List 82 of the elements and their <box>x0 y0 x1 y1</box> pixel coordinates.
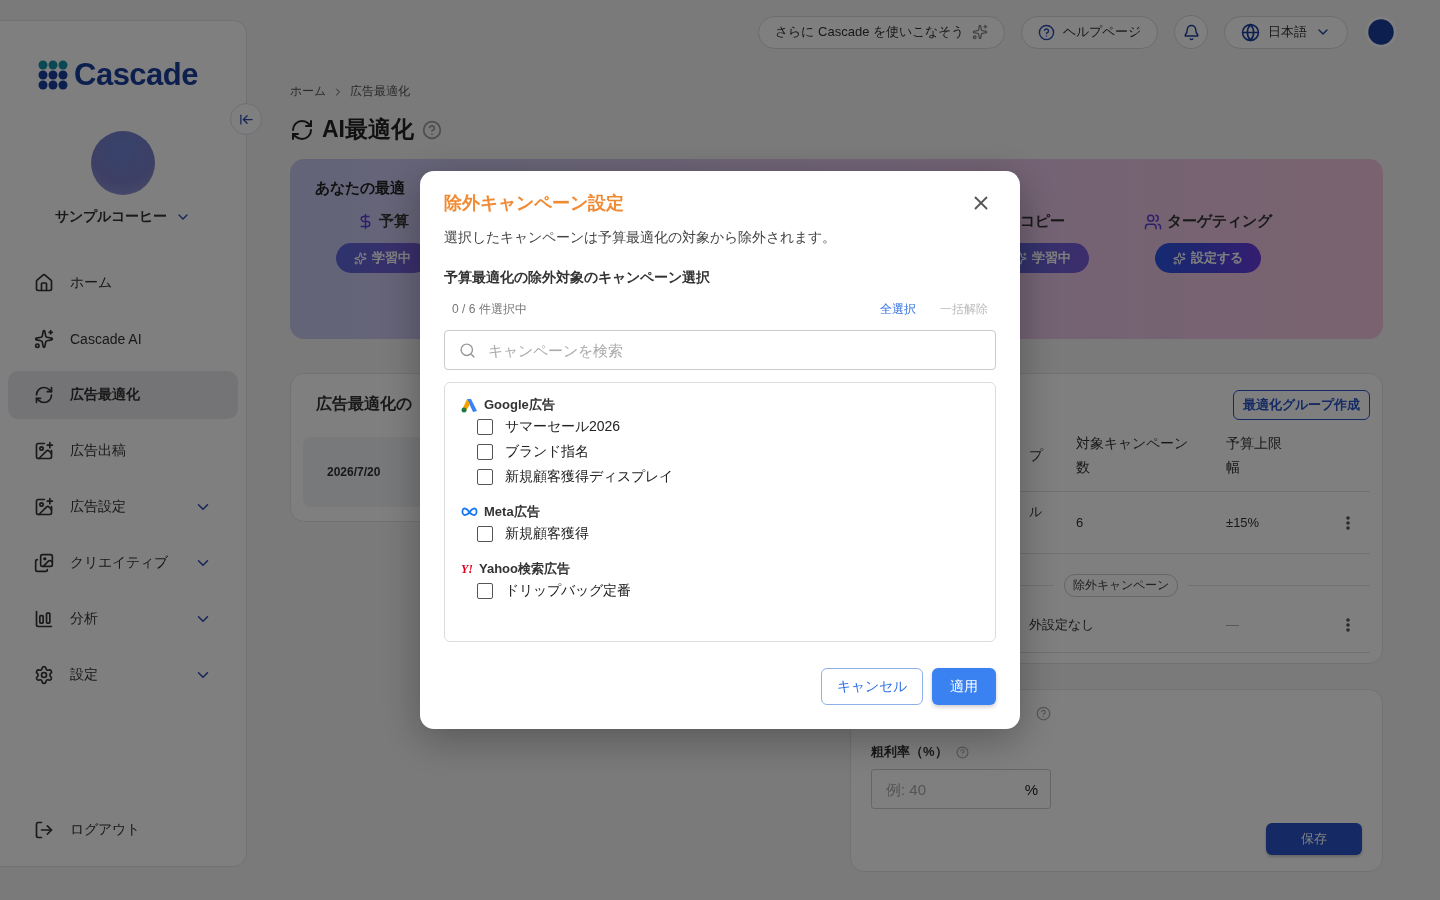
more-button[interactable] <box>1346 515 1350 530</box>
campaign-label: サマーセール2026 <box>505 417 621 436</box>
sparkle-icon <box>1172 251 1186 265</box>
globe-icon <box>1241 22 1260 42</box>
home-icon <box>34 273 54 293</box>
section-label: 除外キャンペーン <box>1063 574 1178 597</box>
dialog-description: 選択したキャンペーンは予算最適化の対象から除外されます。 <box>444 229 837 247</box>
nav-item[interactable]: ホーム <box>8 259 238 307</box>
unit-label: % <box>1024 780 1038 798</box>
banner-item-label: ターゲティング <box>1143 212 1272 231</box>
banner-item-label: 予算 <box>356 212 409 231</box>
help-button[interactable]: ヘルプページ <box>1021 15 1158 49</box>
account-switcher[interactable]: サンプルコーヒー <box>49 207 197 227</box>
table-cell-text: 外設定なし <box>1028 615 1094 634</box>
nav-item[interactable]: Cascade AI <box>8 315 238 363</box>
nav-item[interactable]: 分析 <box>8 595 238 643</box>
apply-button[interactable]: 適用 <box>932 668 996 705</box>
selection-count: 0 / 6 件選択中 <box>452 301 528 318</box>
sparkle-icon <box>34 329 54 349</box>
campaign-label: 新規顧客獲得 <box>505 524 589 543</box>
setup-button[interactable]: 設定する <box>1154 243 1261 273</box>
nav-item[interactable]: クリエイティブ <box>8 539 238 587</box>
create-group-button[interactable]: 最適化グループ作成 <box>1233 390 1370 420</box>
sparkle-icon <box>354 251 367 265</box>
logo-text: Cascade <box>74 57 199 93</box>
checkbox[interactable] <box>477 468 493 485</box>
image-plus-icon <box>34 441 54 461</box>
campaign-label: ドリップバッグ定番 <box>505 581 631 600</box>
more-button[interactable] <box>1346 617 1350 632</box>
table-cell-text: ±15% <box>1226 513 1261 532</box>
help-icon <box>1038 23 1055 41</box>
checkbox[interactable] <box>477 443 493 460</box>
save-button[interactable]: 保存 <box>1266 823 1362 855</box>
promo-button[interactable]: さらに Cascade を使いこなそう <box>758 15 1005 49</box>
checkbox[interactable] <box>477 582 493 599</box>
card-title: 広告最適化の <box>316 394 412 414</box>
dialog-title: 除外キャンペーン設定 <box>444 192 624 215</box>
breadcrumb-current: 広告最適化 <box>350 83 410 100</box>
nav-item[interactable]: 設定 <box>8 651 238 699</box>
field-label: 粗利率（%） <box>871 743 948 761</box>
logout-icon <box>34 820 54 840</box>
triangle-logo-icon <box>461 397 478 413</box>
bell-icon <box>1182 23 1200 41</box>
infinity-icon <box>461 506 478 518</box>
collapse-button[interactable] <box>230 103 262 135</box>
column-header: 予算上限幅 <box>1226 434 1283 477</box>
table-cell-text: — <box>1226 615 1240 634</box>
cancel-button[interactable]: キャンセル <box>821 668 923 705</box>
language-selector[interactable]: 日本語 <box>1224 15 1348 49</box>
images-icon <box>34 553 54 573</box>
nav-item[interactable]: 広告最適化 <box>8 371 238 419</box>
refresh-icon <box>34 385 54 405</box>
refresh-icon <box>290 117 314 142</box>
table-cell-text: 6 <box>1076 513 1085 532</box>
settings-icon <box>34 665 54 685</box>
banner-item-label: コピー <box>1020 212 1065 231</box>
logo-icon <box>38 60 68 90</box>
search-icon <box>459 341 476 359</box>
table-cell-text: ル <box>1028 503 1043 521</box>
breadcrumb-link[interactable]: ホーム <box>290 83 326 100</box>
checkbox[interactable] <box>477 418 493 435</box>
page-title: AI最適化 <box>322 115 414 144</box>
group-title: Google広告 <box>484 396 555 414</box>
bar-chart-icon <box>34 609 54 629</box>
campaign-label: 新規顧客獲得ディスプレイ <box>505 467 673 486</box>
logout-link[interactable]: ログアウト <box>0 820 246 840</box>
checkbox[interactable] <box>477 525 493 542</box>
campaign-label: ブランド指名 <box>505 442 589 461</box>
more-icon <box>1346 515 1350 530</box>
nav-item[interactable]: 広告設定 <box>8 483 238 531</box>
column-header: プ <box>1028 446 1045 465</box>
users-icon <box>1143 212 1162 231</box>
notification-button[interactable] <box>1174 15 1208 49</box>
select-all-link[interactable]: 全選択 <box>880 301 916 318</box>
more-icon <box>1346 617 1350 632</box>
nav-item[interactable]: 広告出稿 <box>8 427 238 475</box>
section-title: 予算最適化の除外対象のキャンペーン選択 <box>444 269 711 287</box>
banner-title: あなたの最適 <box>315 179 406 198</box>
group-title: Yahoo検索広告 <box>479 560 570 578</box>
yahoo-logo: Y! <box>461 561 473 577</box>
image-plus-icon <box>34 497 54 517</box>
column-header: 対象キャンペーン数 <box>1076 434 1189 477</box>
